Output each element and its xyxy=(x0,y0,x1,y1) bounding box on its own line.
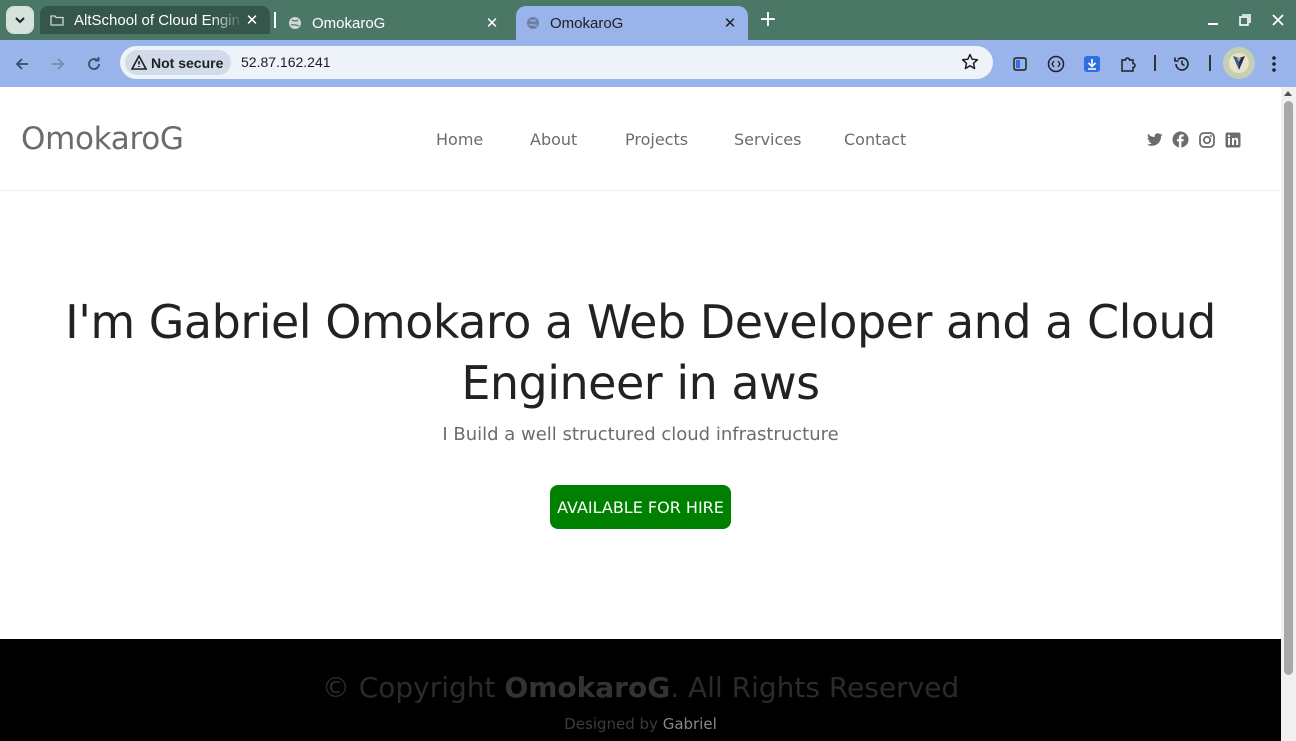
puzzle-icon xyxy=(1121,57,1136,72)
toolbar-divider xyxy=(1209,55,1211,71)
nav-home[interactable]: Home xyxy=(436,130,483,149)
url-text[interactable]: 52.87.162.241 xyxy=(241,54,331,70)
site-logo[interactable]: OmokaroG xyxy=(21,121,184,157)
tab-title: OmokaroG xyxy=(550,14,624,32)
tab-altschool[interactable]: AltSchool of Cloud Engin ✕ xyxy=(40,6,270,34)
designed-by-text: Designed by Gabriel xyxy=(0,715,1281,733)
copyright-brand: OmokaroG xyxy=(504,671,671,704)
history-icon xyxy=(1174,57,1189,71)
address-bar[interactable]: Not secure 52.87.162.241 xyxy=(120,46,993,79)
restore-icon xyxy=(1239,14,1251,26)
scroll-up-arrow-icon[interactable] xyxy=(1284,91,1292,96)
site-security-chip[interactable]: Not secure xyxy=(125,50,232,75)
tab-omokarog-active[interactable]: OmokaroG ✕ xyxy=(516,6,748,40)
code-brackets-icon xyxy=(1047,55,1065,73)
close-icon[interactable]: ✕ xyxy=(244,11,260,29)
scroll-thumb[interactable] xyxy=(1284,101,1293,675)
linkedin-icon[interactable] xyxy=(1224,131,1241,148)
extensions-button[interactable] xyxy=(1116,52,1140,76)
tab-title: AltSchool of Cloud Engin xyxy=(74,11,240,29)
available-for-hire-button[interactable]: AVAILABLE FOR HIRE xyxy=(550,485,731,529)
instagram-icon[interactable] xyxy=(1198,131,1215,148)
warning-icon xyxy=(131,55,147,70)
globe-icon xyxy=(526,16,540,30)
chevron-down-icon xyxy=(15,17,25,24)
arrow-left-icon xyxy=(15,58,28,70)
page-viewport: OmokaroG Home About Projects Services Co… xyxy=(0,87,1281,741)
history-button[interactable] xyxy=(1170,52,1194,76)
page-scrollbar[interactable] xyxy=(1281,87,1296,741)
browser-menu-button[interactable] xyxy=(1262,52,1286,76)
nav-contact[interactable]: Contact xyxy=(844,130,906,149)
social-links xyxy=(1146,131,1241,148)
hero-title-line-1: I'm Gabriel Omokaro a Web Developer and … xyxy=(65,295,1216,349)
site-header: OmokaroG Home About Projects Services Co… xyxy=(0,87,1281,191)
tab-search-button[interactable] xyxy=(6,6,34,34)
download-icon xyxy=(1084,56,1100,72)
copyright-text: © Copyright OmokaroG. All Rights Reserve… xyxy=(0,671,1281,704)
copyright-suffix: . All Rights Reserved xyxy=(670,671,960,704)
avatar-icon xyxy=(1229,53,1249,73)
close-icon xyxy=(1272,14,1284,26)
tab-divider xyxy=(274,12,276,28)
new-tab-button[interactable]: + xyxy=(758,8,778,32)
close-icon[interactable]: ✕ xyxy=(722,14,738,32)
facebook-icon[interactable] xyxy=(1172,131,1189,148)
hero-title: I'm Gabriel Omokaro a Web Developer and … xyxy=(0,292,1281,414)
bookmark-star-icon[interactable] xyxy=(961,53,979,75)
security-label: Not secure xyxy=(151,54,224,71)
more-vertical-icon xyxy=(1272,56,1276,72)
browser-toolbar: Not secure 52.87.162.241 xyxy=(0,40,1296,87)
profile-avatar[interactable] xyxy=(1223,47,1255,79)
tab-strip: AltSchool of Cloud Engin ✕ OmokaroG ✕ Om… xyxy=(0,0,1296,40)
copyright-prefix: © Copyright xyxy=(321,671,505,704)
extension-button[interactable] xyxy=(1044,52,1068,76)
folder-icon xyxy=(50,13,64,27)
tab-title: OmokaroG xyxy=(312,14,386,32)
nav-services[interactable]: Services xyxy=(734,130,801,149)
downloads-button[interactable] xyxy=(1080,52,1104,76)
reading-mode-icon xyxy=(1013,57,1027,71)
site-footer: © Copyright OmokaroG. All Rights Reserve… xyxy=(0,639,1281,741)
designer-link[interactable]: Gabriel xyxy=(663,715,717,733)
designed-by-label: Designed by xyxy=(564,715,663,733)
hero-subtitle: I Build a well structured cloud infrastr… xyxy=(442,424,839,445)
minimize-button[interactable] xyxy=(1203,10,1223,30)
maximize-button[interactable] xyxy=(1235,10,1255,30)
forward-button[interactable] xyxy=(46,52,70,76)
reload-button[interactable] xyxy=(82,52,106,76)
minimize-icon xyxy=(1208,23,1218,25)
reload-icon xyxy=(88,57,100,70)
close-icon[interactable]: ✕ xyxy=(484,14,500,32)
reading-list-button[interactable] xyxy=(1008,52,1032,76)
close-window-button[interactable] xyxy=(1268,10,1288,30)
nav-about[interactable]: About xyxy=(530,130,577,149)
arrow-right-icon xyxy=(52,58,65,70)
twitter-icon[interactable] xyxy=(1146,131,1163,148)
back-button[interactable] xyxy=(10,52,34,76)
globe-icon xyxy=(288,16,302,30)
tab-omokarog[interactable]: OmokaroG ✕ xyxy=(278,6,510,40)
hero-title-line-2: Engineer in aws xyxy=(461,356,820,410)
nav-projects[interactable]: Projects xyxy=(625,130,688,149)
toolbar-divider xyxy=(1154,55,1156,71)
